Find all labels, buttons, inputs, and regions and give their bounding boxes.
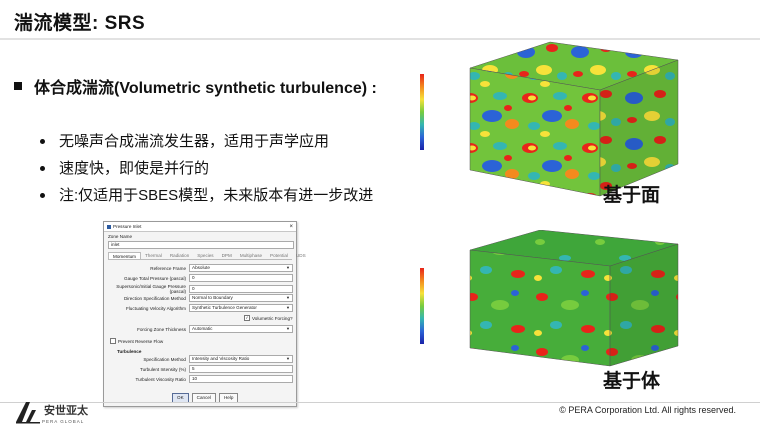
volume-based-contour-image xyxy=(469,230,679,367)
fluctuating-velocity-row: Fluctuating Velocity Algorithm Synthetic… xyxy=(108,304,293,312)
dialog-titlebar: Pressure Inlet × xyxy=(104,222,296,232)
main-bullet-text: 体合成湍流(Volumetric synthetic turbulence) : xyxy=(34,80,377,97)
logo-subtext: PERA GLOBAL xyxy=(42,418,85,424)
dot-bullet-icon xyxy=(40,193,45,198)
tab-uds[interactable]: UDS xyxy=(292,252,310,259)
company-logo: 安世亚太 PERA GLOBAL xyxy=(14,400,88,424)
dialog-tabs: Momentum Thermal Radiation Species DPM M… xyxy=(108,252,306,260)
field-label: Turbulent Intensity (%) xyxy=(139,366,186,372)
turbulent-viscosity-row: Turbulent Viscosity Ratio 10 xyxy=(108,375,293,383)
tab-radiation[interactable]: Radiation xyxy=(166,252,193,259)
gauge-total-pressure-row: Gauge Total Pressure (pascal) 0 xyxy=(108,274,293,282)
select-value: Synthetic Turbulence Generator xyxy=(192,305,257,310)
select-value: Intensity and Viscosity Ratio xyxy=(192,356,250,361)
field-label: Reference Frame xyxy=(150,265,186,271)
select-value: Absolute xyxy=(192,265,210,270)
direction-method-row: Direction Specification Method Normal to… xyxy=(108,294,293,302)
turbulent-intensity-row: Turbulent Intensity (%) 5 xyxy=(108,365,293,373)
chevron-down-icon: ▼ xyxy=(286,295,290,300)
sub-bullet-list: 无噪声合成湍流发生器，适用于声学应用 速度快，即使是并行的 注:仅适用于SBES… xyxy=(40,128,373,209)
field-label: Turbulent Viscosity Ratio xyxy=(135,376,186,382)
specification-method-select[interactable]: Intensity and Viscosity Ratio ▼ xyxy=(189,355,293,363)
turbulent-viscosity-input[interactable]: 10 xyxy=(189,375,293,383)
surface-based-contour-image xyxy=(469,41,679,197)
field-label: Gauge Total Pressure (pascal) xyxy=(124,275,186,281)
turbulence-group-label: Turbulence xyxy=(117,349,142,354)
chevron-down-icon: ▼ xyxy=(286,265,290,270)
app-icon xyxy=(107,224,111,229)
list-item: 无噪声合成湍流发生器，适用于声学应用 xyxy=(40,128,373,155)
prevent-reverse-flow-row: Prevent Reverse Flow xyxy=(110,338,163,344)
list-item-text: 注:仅适用于SBES模型，未来版本有进一步改进 xyxy=(59,187,374,204)
fluctuating-velocity-select[interactable]: Synthetic Turbulence Generator ▼ xyxy=(189,304,293,312)
slide-title: 湍流模型: SRS xyxy=(14,13,146,34)
specification-method-row: Specification Method Intensity and Visco… xyxy=(108,355,293,363)
select-value: Automatic xyxy=(192,326,213,331)
logo-text: 安世亚太 xyxy=(44,404,88,417)
forcing-zone-row: Forcing Zone Thickness Automatic ▼ xyxy=(108,325,293,333)
tab-potential[interactable]: Potential xyxy=(266,252,292,259)
color-scale-bar xyxy=(420,74,424,150)
chevron-down-icon: ▼ xyxy=(286,356,290,361)
zone-name-label: Zone Name xyxy=(108,234,133,239)
list-item: 速度快，即使是并行的 xyxy=(40,155,373,182)
supersonic-pressure-row: Supersonic/Initial Gauge Pressure (pasca… xyxy=(108,284,293,294)
field-label: Forcing Zone Thickness xyxy=(137,326,186,332)
main-bullet: 体合成湍流(Volumetric synthetic turbulence) : xyxy=(14,74,377,98)
chevron-down-icon: ▼ xyxy=(286,305,290,310)
tab-species[interactable]: Species xyxy=(193,252,217,259)
list-item: 注:仅适用于SBES模型，未来版本有进一步改进 xyxy=(40,182,373,209)
volumetric-forcing-checkbox[interactable]: ✓ xyxy=(244,315,250,321)
prevent-reverse-flow-checkbox[interactable] xyxy=(110,338,116,344)
zone-name-input[interactable]: inlet xyxy=(108,241,294,249)
field-label: Specification Method xyxy=(143,356,186,362)
gauge-total-pressure-input[interactable]: 0 xyxy=(189,274,293,282)
checkbox-label: Volumetric Forcing? xyxy=(252,315,293,321)
select-value: Normal to Boundary xyxy=(192,295,233,300)
copyright-notice: © PERA Corporation Ltd. All rights reser… xyxy=(559,405,736,415)
dialog-title: Pressure Inlet xyxy=(113,224,142,229)
contour-legend-bottom xyxy=(420,268,424,344)
reference-frame-select[interactable]: Absolute ▼ xyxy=(189,264,293,272)
tab-multiphase[interactable]: Multiphase xyxy=(236,252,266,259)
tab-dpm[interactable]: DPM xyxy=(218,252,236,259)
list-item-text: 无噪声合成湍流发生器，适用于声学应用 xyxy=(59,133,330,150)
checkbox-label: Prevent Reverse Flow xyxy=(118,338,164,344)
close-icon[interactable]: × xyxy=(289,224,293,230)
square-bullet-icon xyxy=(14,82,22,90)
logo-mark-icon xyxy=(16,402,40,424)
contour-legend-top xyxy=(420,74,424,150)
color-scale-bar xyxy=(420,268,424,344)
reference-frame-row: Reference Frame Absolute ▼ xyxy=(108,264,293,272)
field-label: Supersonic/Initial Gauge Pressure (pasca… xyxy=(116,284,186,294)
tab-thermal[interactable]: Thermal xyxy=(141,252,166,259)
forcing-zone-select[interactable]: Automatic ▼ xyxy=(189,325,293,333)
volumetric-forcing-row: ✓ Volumetric Forcing? xyxy=(244,315,293,321)
surface-based-caption: 基于面 xyxy=(603,185,661,206)
tab-momentum[interactable]: Momentum xyxy=(108,252,141,259)
list-item-text: 速度快，即使是并行的 xyxy=(59,160,210,177)
chevron-down-icon: ▼ xyxy=(286,326,290,331)
supersonic-pressure-input[interactable]: 0 xyxy=(189,285,293,293)
direction-method-select[interactable]: Normal to Boundary ▼ xyxy=(189,294,293,302)
volume-based-caption: 基于体 xyxy=(603,371,661,392)
turbulent-intensity-input[interactable]: 5 xyxy=(189,365,293,373)
footer-divider xyxy=(0,402,760,403)
dot-bullet-icon xyxy=(40,166,45,171)
dot-bullet-icon xyxy=(40,139,45,144)
pressure-inlet-dialog: Pressure Inlet × Zone Name inlet Momentu… xyxy=(103,221,306,407)
field-label: Direction Specification Method xyxy=(123,295,186,301)
field-label: Fluctuating Velocity Algorithm xyxy=(125,305,186,311)
